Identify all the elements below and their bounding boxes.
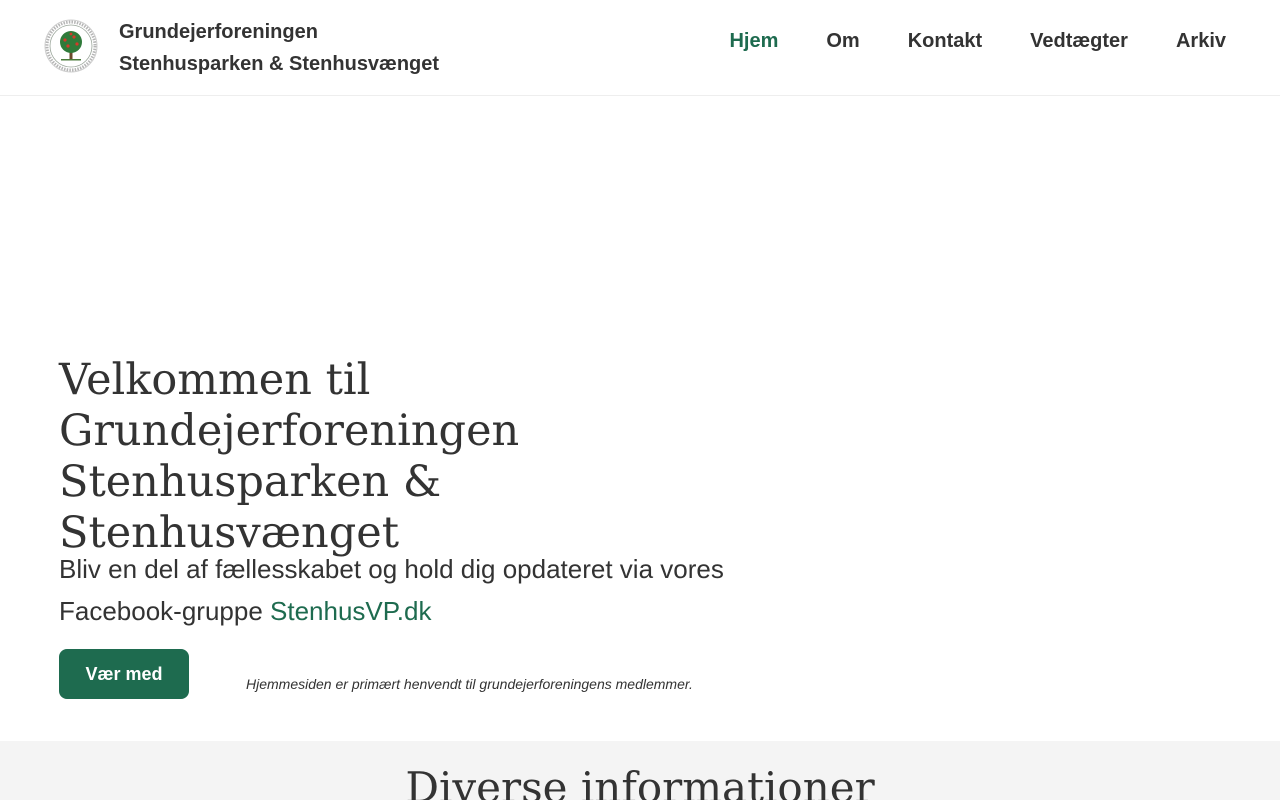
nav-item-vedtaegter[interactable]: Vedtægter [1030, 30, 1128, 53]
main-nav: Hjem Om Kontakt Vedtægter Arkiv [729, 27, 1226, 55]
section-title: Diverse informationer [405, 763, 875, 800]
site-name[interactable]: Grundejerforeningen Stenhusparken & Sten… [119, 16, 439, 80]
site-name-line2: Stenhusparken & Stenhusvænget [119, 53, 440, 75]
hero-text: Bliv en del af fællesskabet og hold dig … [59, 548, 759, 632]
hero-title: Velkommen til Grundejerforeningen Stenhu… [59, 355, 779, 559]
hero-title-line3: Stenhusparken & Stenhusvænget [59, 457, 442, 558]
hero-title-line1: Velkommen til [59, 355, 371, 405]
facebook-group-link[interactable]: StenhusVP.dk [270, 596, 431, 626]
nav-item-arkiv[interactable]: Arkiv [1176, 30, 1226, 53]
site-header: Grundejerforeningen Stenhusparken & Sten… [0, 0, 1280, 96]
site-name-line1: Grundejerforeningen [119, 21, 318, 43]
members-note: Hjemmesiden er primært henvendt til grun… [246, 676, 693, 692]
hero-text-line2-prefix: Facebook-gruppe [59, 596, 271, 626]
nav-item-om[interactable]: Om [826, 30, 859, 53]
hero-title-line2: Grundejerforeningen [59, 406, 520, 456]
nav-item-hjem[interactable]: Hjem [729, 30, 778, 53]
join-button[interactable]: Vær med [59, 649, 189, 699]
info-section: Diverse informationer [0, 741, 1280, 800]
hero-text-line1: Bliv en del af fællesskabet og hold dig … [59, 554, 724, 584]
nav-item-kontakt[interactable]: Kontakt [908, 30, 982, 53]
tree-logo-icon[interactable] [44, 19, 98, 73]
